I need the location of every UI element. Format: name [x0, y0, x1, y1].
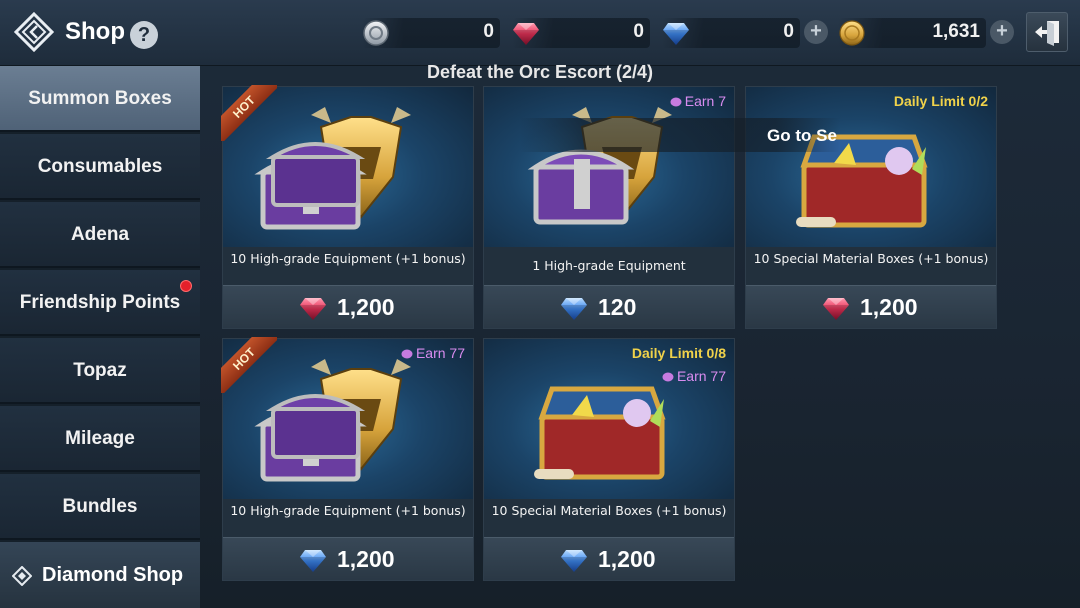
sidebar-item-bundles[interactable]: Bundles — [0, 474, 200, 540]
equipment-chest-icon — [527, 107, 672, 225]
item-price: 1,200 — [860, 294, 918, 320]
currency-value: 1,631 — [932, 21, 980, 42]
earn-mileage: Earn 77 — [662, 368, 726, 384]
diamond-outline-icon — [12, 566, 32, 586]
exit-door-icon — [1035, 21, 1059, 46]
add-blue-diamond-button[interactable]: + — [804, 20, 828, 44]
mileage-icon — [401, 349, 413, 359]
daily-limit: Daily Limit 0/8 — [631, 345, 726, 361]
material-chest-icon — [796, 134, 928, 228]
hot-label: HOT — [221, 337, 277, 393]
diamond-shop-button[interactable]: Diamond Shop — [0, 542, 200, 608]
item-art — [484, 339, 734, 499]
buy-button[interactable]: 1,200 — [223, 285, 473, 328]
shop-item-card[interactable]: HOT Earn 77 10 High-grade Equipment (+1 … — [221, 337, 474, 581]
sidebar-item-friendship-points[interactable]: Friendship Points — [0, 270, 200, 336]
item-art — [484, 87, 734, 247]
item-price: 1,200 — [337, 294, 395, 320]
sidebar-item-label: Summon Boxes — [28, 88, 172, 109]
hot-badge: HOT — [221, 337, 277, 393]
adena-coin-icon — [839, 20, 865, 46]
currency-value: 0 — [633, 21, 644, 42]
item-name: 10 High-grade Equipment (+1 bonus) — [223, 247, 473, 285]
hot-label: HOT — [221, 85, 277, 141]
earn-mileage: Earn 7 — [670, 93, 726, 109]
buy-button[interactable]: 1,200 — [484, 537, 734, 580]
sidebar-item-label: Mileage — [65, 428, 135, 449]
item-name: 1 High-grade Equipment — [484, 247, 734, 285]
quest-tracker[interactable]: Defeat the Orc Escort (2/4) — [300, 62, 780, 88]
red-diamond-icon — [822, 295, 850, 321]
buy-button[interactable]: 120 — [484, 285, 734, 328]
material-chest-icon — [534, 386, 666, 480]
shop-item-card[interactable]: Daily Limit 0/8 Earn 77 10 Special Mater… — [483, 338, 735, 581]
item-price: 1,200 — [337, 546, 395, 572]
sidebar-item-adena[interactable]: Adena — [0, 202, 200, 268]
item-name: 10 Special Material Boxes (+1 bonus) — [484, 499, 734, 537]
shop-logo-icon — [14, 12, 54, 52]
item-price: 120 — [598, 294, 637, 320]
sidebar-item-topaz[interactable]: Topaz — [0, 338, 200, 404]
page-title: Shop — [65, 18, 125, 45]
sidebar-item-label: Adena — [70, 224, 130, 245]
earn-label: Earn 7 — [684, 93, 726, 109]
daily-limit: Daily Limit 0/2 — [893, 93, 988, 109]
buy-button[interactable]: 1,200 — [746, 285, 996, 328]
sidebar-item-label: Consumables — [37, 156, 163, 177]
hot-badge: HOT — [221, 85, 277, 141]
item-art — [746, 87, 996, 247]
currency-adena: 1,631 — [838, 18, 986, 48]
currency-silver-token: 0 — [362, 18, 500, 48]
blue-diamond-icon — [560, 295, 588, 321]
mileage-icon — [670, 97, 682, 107]
item-name: 10 High-grade Equipment (+1 bonus) — [223, 499, 473, 537]
currency-value: 0 — [483, 21, 494, 42]
buy-button[interactable]: 1,200 — [223, 537, 473, 580]
sidebar-item-consumables[interactable]: Consumables — [0, 134, 200, 200]
sidebar-item-summon-boxes[interactable]: Summon Boxes — [0, 66, 200, 132]
silver-token-icon — [363, 20, 389, 46]
currency-blue-diamond: 0 — [662, 18, 800, 48]
red-diamond-icon — [299, 295, 327, 321]
quest-goto-label[interactable]: Go to Se — [767, 126, 837, 146]
sidebar-item-label: Friendship Points — [19, 292, 181, 313]
earn-mileage: Earn 77 — [401, 345, 465, 361]
item-price: 1,200 — [598, 546, 656, 572]
red-diamond-icon — [512, 19, 540, 47]
add-adena-button[interactable]: + — [990, 20, 1014, 44]
mileage-icon — [662, 372, 674, 382]
earn-label: Earn 77 — [676, 368, 726, 384]
currency-red-diamond: 0 — [512, 18, 650, 48]
top-bar: Shop ? 0 0 0 + 1,631 + — [0, 0, 1080, 66]
sidebar-item-label: Bundles — [62, 496, 138, 517]
notification-dot — [180, 280, 192, 292]
sidebar-item-label: Topaz — [73, 360, 127, 381]
diamond-shop-label: Diamond Shop — [42, 564, 184, 586]
help-button[interactable]: ? — [130, 21, 158, 49]
blue-diamond-icon — [299, 547, 327, 573]
blue-diamond-icon — [662, 19, 690, 47]
earn-label: Earn 77 — [415, 345, 465, 361]
item-name: 10 Special Material Boxes (+1 bonus) — [746, 247, 996, 285]
blue-diamond-icon — [560, 547, 588, 573]
exit-button[interactable] — [1026, 12, 1068, 52]
category-sidebar: Summon Boxes Consumables Adena Friendshi… — [0, 66, 200, 608]
currency-value: 0 — [783, 21, 794, 42]
sidebar-item-mileage[interactable]: Mileage — [0, 406, 200, 472]
shop-item-card[interactable]: HOT 10 High-grade Equipment (+1 bonus) 1… — [221, 85, 474, 329]
